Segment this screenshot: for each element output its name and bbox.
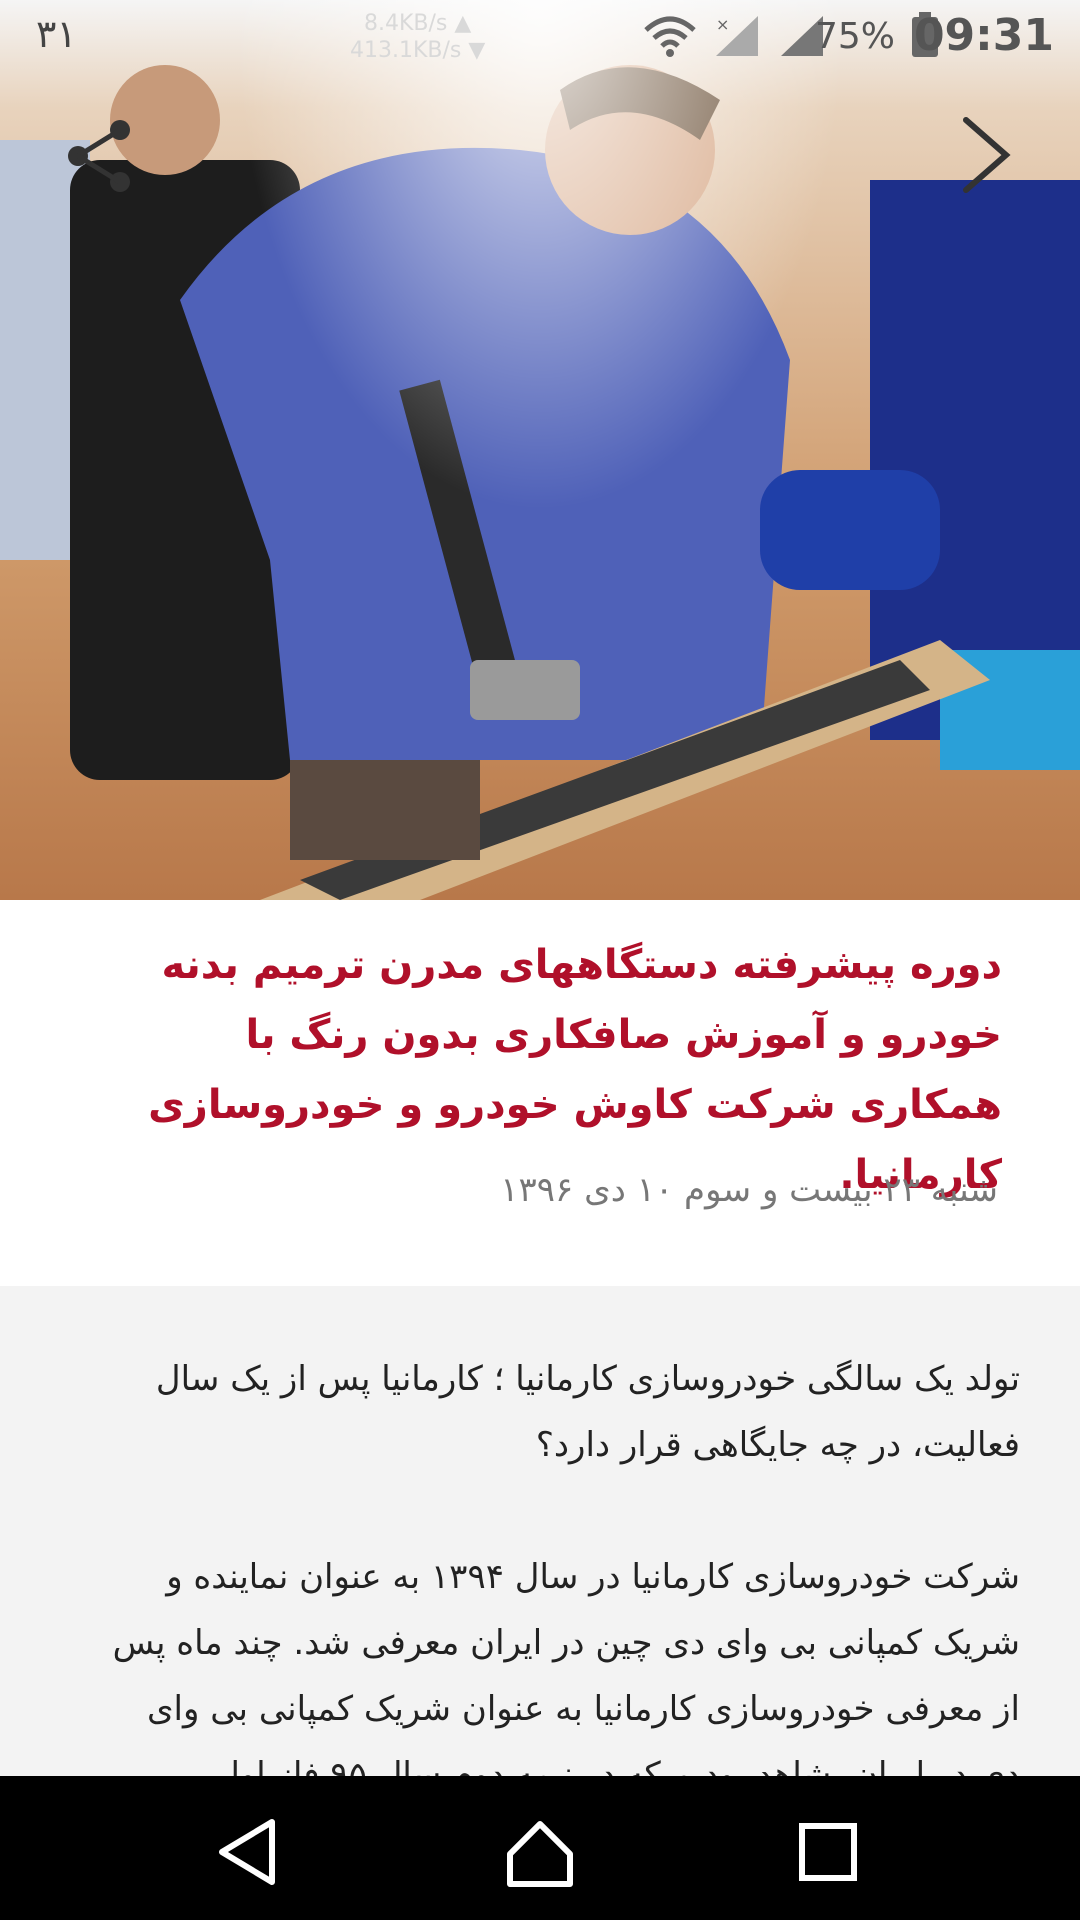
status-bar: ۳۱ 8.4KB/s ▲ 413.1KB/s ▼ × 75% 09:31: [0, 0, 1080, 75]
signal-sim1-icon: ×: [716, 15, 758, 56]
wifi-icon: [644, 16, 696, 57]
svg-text:×: ×: [716, 15, 729, 34]
status-time: 09:31: [913, 10, 1054, 61]
nav-home-button[interactable]: [502, 1814, 578, 1890]
nav-home-icon: [507, 1821, 573, 1887]
network-speed: 8.4KB/s ▲ 413.1KB/s ▼: [350, 10, 485, 64]
status-left-text: ۳۱: [36, 12, 77, 56]
net-down: 413.1KB/s ▼: [350, 38, 486, 63]
article-date: شنبه ۲۳ بیست و سوم ۱۰ دی ۱۳۹۶: [500, 1170, 998, 1210]
article-paragraph: تولد یک سالگی خودروسازی کارمانیا ؛ کارما…: [155, 1359, 1020, 1465]
nav-back-icon: [219, 1819, 275, 1885]
hero-image: [0, 0, 1080, 900]
chevron-right-icon: [963, 117, 1011, 193]
nav-back-button[interactable]: [212, 1814, 288, 1890]
next-button[interactable]: [956, 114, 1016, 196]
share-button[interactable]: [64, 118, 140, 194]
battery-percent: 75%: [814, 16, 895, 57]
nav-recent-button[interactable]: [790, 1814, 866, 1890]
article-body: تولد یک سالگی خودروسازی کارمانیا ؛ کارما…: [0, 1286, 1080, 1776]
share-icon: [68, 120, 130, 192]
article-title: دوره پیشرفته دستگاههای مدرن ترمیم بدنه خ…: [148, 942, 1002, 1198]
system-nav-bar: [0, 1776, 1080, 1920]
net-up: 8.4KB/s ▲: [364, 11, 472, 36]
nav-recent-icon: [799, 1823, 857, 1881]
article-paragraph: شرکت خودروسازی کارمانیا در سال ۱۳۹۴ به ع…: [112, 1557, 1020, 1776]
